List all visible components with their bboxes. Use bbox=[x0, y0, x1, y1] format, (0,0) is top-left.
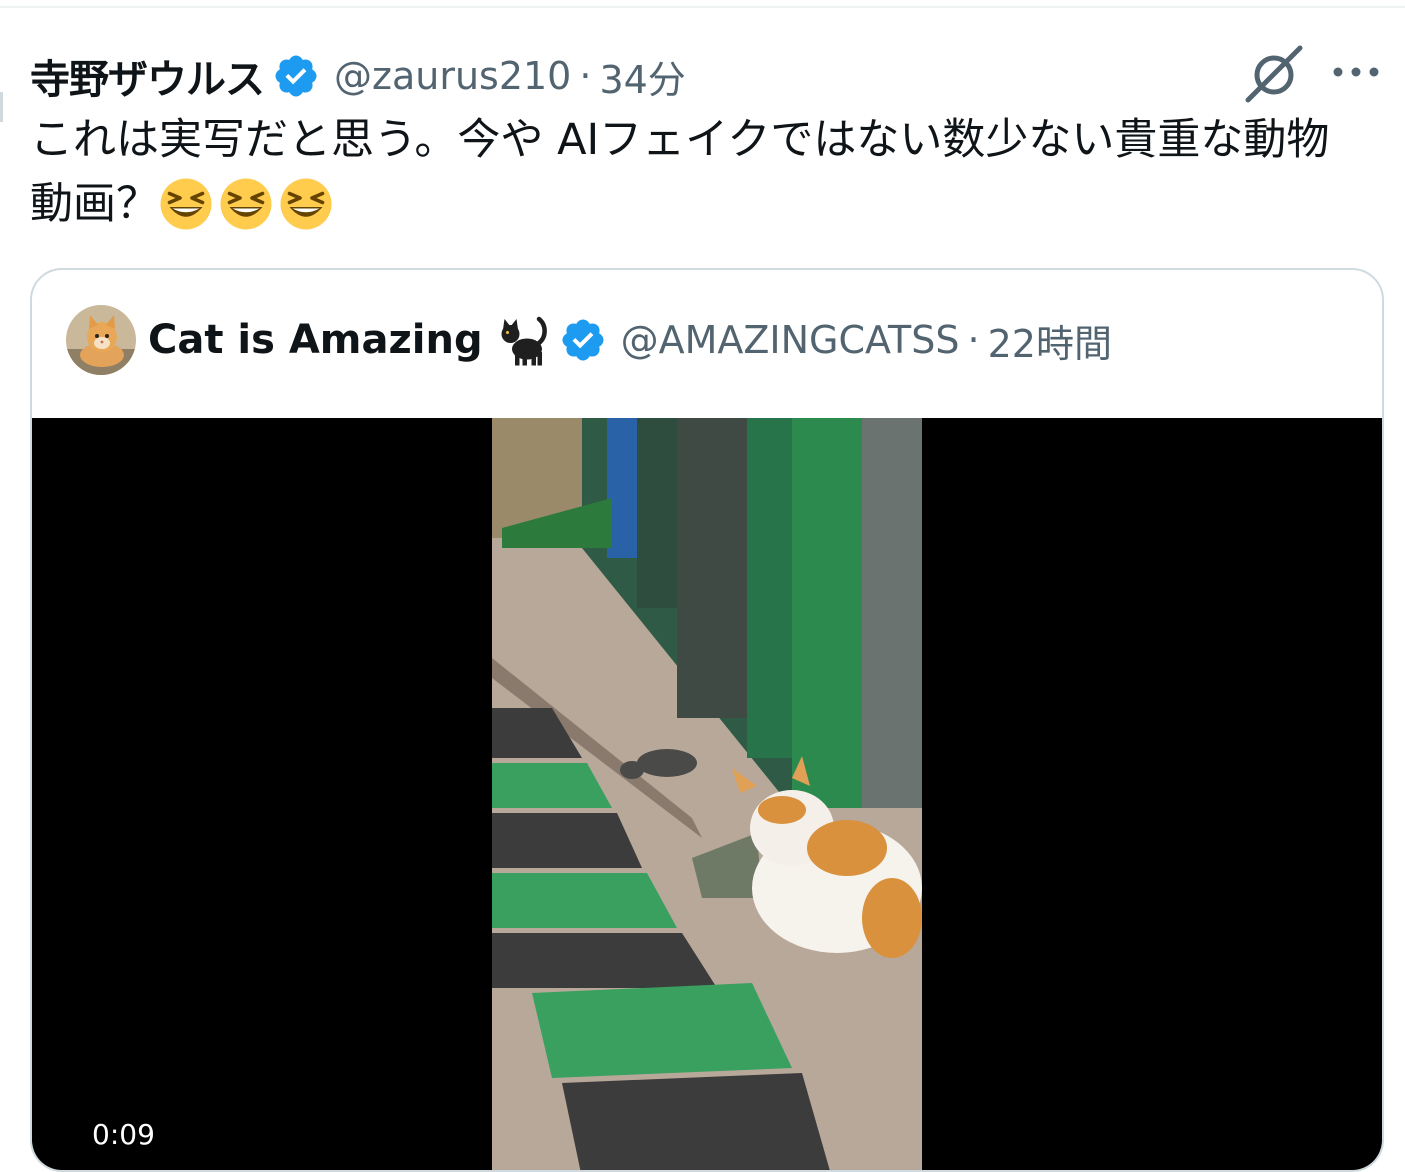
grinning-squinting-face-icon bbox=[160, 178, 212, 230]
author-name[interactable]: 寺野ザウルス bbox=[30, 47, 265, 105]
quoted-author-handle[interactable]: @AMAZINGCATSS bbox=[621, 318, 960, 362]
author-handle[interactable]: @zaurus210 bbox=[334, 54, 571, 98]
top-divider bbox=[0, 6, 1405, 8]
grok-icon bbox=[1245, 45, 1303, 103]
kitten-avatar-image bbox=[66, 305, 136, 375]
quoted-tweet-header: Cat is Amazing @AMAZINGCATSS · 22時間 bbox=[66, 304, 1112, 376]
video-timestamp: 0:09 bbox=[92, 1118, 155, 1151]
quoted-author-name[interactable]: Cat is Amazing bbox=[148, 317, 483, 363]
black-cat-icon bbox=[501, 316, 547, 366]
tweet-text: これは実写だと思う。今や AIフェイクではない数少ない貴重な動物動画？ bbox=[30, 108, 1370, 239]
grinning-squinting-face-icon bbox=[220, 178, 272, 230]
thread-edge-mark bbox=[0, 92, 3, 122]
quoted-verified-badge-icon[interactable] bbox=[559, 316, 607, 364]
video-frame bbox=[492, 418, 922, 1170]
separator-dot: · bbox=[579, 54, 592, 98]
quoted-tweet-card[interactable]: Cat is Amazing @AMAZINGCATSS · 22時間 0:09 bbox=[30, 268, 1384, 1172]
more-horizontal-icon bbox=[1333, 67, 1379, 77]
more-options-button[interactable] bbox=[1326, 46, 1386, 98]
grinning-squinting-face-icon bbox=[280, 178, 332, 230]
video-player[interactable]: 0:09 bbox=[32, 418, 1382, 1170]
grok-button[interactable] bbox=[1242, 44, 1306, 104]
verified-badge-icon[interactable] bbox=[272, 52, 320, 100]
video-still-image bbox=[492, 418, 922, 1170]
quoted-tweet-time[interactable]: 22時間 bbox=[988, 313, 1112, 368]
tweet-header: 寺野ザウルス @zaurus210 · 34分 bbox=[30, 48, 686, 104]
tweet-time[interactable]: 34分 bbox=[599, 49, 685, 104]
quoted-author-avatar[interactable] bbox=[66, 305, 136, 375]
quoted-separator-dot: · bbox=[967, 318, 980, 362]
emoji-row bbox=[159, 175, 339, 239]
